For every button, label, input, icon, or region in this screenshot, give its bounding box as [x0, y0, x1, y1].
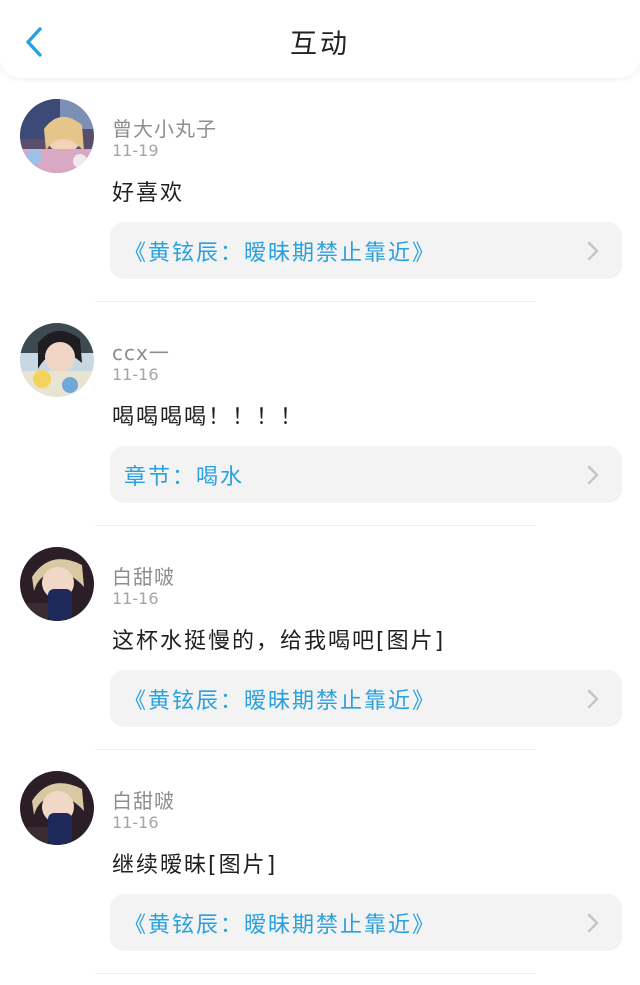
- list-item: 白甜啵 11-16 继续暧昧[图片] 《黄铉辰：暧昧期禁止靠近》: [0, 750, 640, 974]
- comment-text: 喝喝喝喝！！！！: [112, 405, 305, 430]
- source-link-text: 《黄铉辰：暧昧期禁止靠近》: [124, 241, 437, 266]
- comment-date: 11-16: [112, 589, 159, 608]
- username: 白甜啵: [112, 565, 175, 589]
- source-link-card[interactable]: 《黄铉辰：暧昧期禁止靠近》: [110, 670, 622, 727]
- page-title: 互动: [290, 29, 350, 60]
- chevron-right-icon: [587, 241, 599, 261]
- avatar[interactable]: [20, 771, 94, 845]
- avatar[interactable]: [20, 323, 94, 397]
- list-item: ccx一 11-16 喝喝喝喝！！！！ 章节：喝水: [0, 302, 640, 526]
- source-link-text: 章节：喝水: [124, 465, 245, 490]
- list-item: 曾大小丸子 11-19 好喜欢 《黄铉辰：暧昧期禁止靠近》: [0, 78, 640, 302]
- source-link-card[interactable]: 《黄铉辰：暧昧期禁止靠近》: [110, 222, 622, 279]
- source-link-card[interactable]: 章节：喝水: [110, 446, 622, 503]
- comment-text: 继续暧昧[图片]: [112, 853, 278, 878]
- list-item: 白甜啵 11-16 这杯水挺慢的，给我喝吧[图片] 《黄铉辰：暧昧期禁止靠近》: [0, 526, 640, 750]
- chevron-right-icon: [587, 689, 599, 709]
- username: 曾大小丸子: [112, 117, 217, 141]
- comment-date: 11-16: [112, 365, 159, 384]
- source-link-text: 《黄铉辰：暧昧期禁止靠近》: [124, 689, 437, 714]
- avatar[interactable]: [20, 99, 94, 173]
- interaction-list: 曾大小丸子 11-19 好喜欢 《黄铉辰：暧昧期禁止靠近》 ccx一 11-16: [0, 78, 640, 974]
- comment-text: 这杯水挺慢的，给我喝吧[图片]: [112, 629, 446, 654]
- chevron-right-icon: [587, 913, 599, 933]
- divider: [95, 973, 535, 974]
- source-link-card[interactable]: 《黄铉辰：暧昧期禁止靠近》: [110, 894, 622, 951]
- chevron-right-icon: [587, 465, 599, 485]
- comment-text: 好喜欢: [112, 181, 185, 206]
- username: ccx一: [112, 341, 170, 365]
- avatar[interactable]: [20, 547, 94, 621]
- comment-date: 11-16: [112, 813, 159, 832]
- username: 白甜啵: [112, 789, 175, 813]
- top-bar: 互动: [0, 0, 640, 78]
- comment-date: 11-19: [112, 141, 159, 160]
- source-link-text: 《黄铉辰：暧昧期禁止靠近》: [124, 913, 437, 938]
